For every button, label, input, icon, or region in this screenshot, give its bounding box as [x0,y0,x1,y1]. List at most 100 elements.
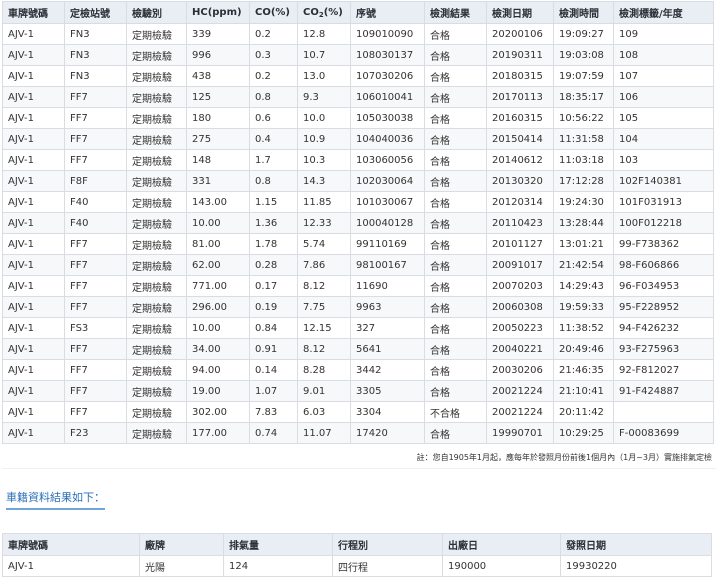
table-row: AJV-1 FF7 定期檢驗 302.00 7.83 6.03 3304 不合格 2002122… [2,401,714,423]
cell-result: 合格 [424,23,487,45]
cell-serial: 105030038 [350,107,425,129]
cell-co2: 9.3 [297,86,351,108]
cell-co: 0.19 [249,296,298,318]
table-row: AJV-1 FF7 定期檢驗 81.00 1.78 5.74 99110169 合格 20101… [2,233,714,255]
table-row: AJV-1 FF7 定期檢驗 275 0.4 10.9 104040036 合格 2015041… [2,128,714,150]
vehicle-stroke: 四行程 [332,555,443,577]
cell-station: FF7 [64,380,127,402]
table-row: AJV-1 FF7 定期檢驗 34.00 0.91 8.12 5641 合格 20040221 2… [2,338,714,360]
cell-hc: 180 [186,107,250,129]
vehicle-header-displacement: 排氣量 [223,533,333,556]
cell-station: FF7 [64,254,127,276]
table-row: AJV-1 FS3 定期檢驗 10.00 0.84 12.15 327 合格 20050223 1… [2,317,714,339]
cell-type: 定期檢驗 [126,65,187,87]
cell-plate: AJV-1 [2,212,65,234]
cell-hc: 143.00 [186,191,250,213]
vehicle-header-row: 車牌號碼 廠牌 排氣量 行程別 出廠日 發照日期 [2,533,712,556]
cell-co2: 11.07 [297,422,351,444]
cell-label [613,401,714,423]
cell-date: 20110423 [486,212,554,234]
cell-serial: 107030206 [350,65,425,87]
cell-date: 20030206 [486,359,554,381]
cell-hc: 62.00 [186,254,250,276]
cell-result: 合格 [424,296,487,318]
table-row: AJV-1 FF7 定期檢驗 94.00 0.14 8.28 3442 合格 20030206 2… [2,359,714,381]
cell-co2: 5.74 [297,233,351,255]
cell-label: 104 [613,128,714,150]
cell-co: 1.36 [249,212,298,234]
header-hc: HC(ppm) [186,1,250,24]
cell-time: 21:10:41 [553,380,614,402]
cell-result: 合格 [424,44,487,66]
cell-plate: AJV-1 [2,317,65,339]
cell-station: FS3 [64,317,127,339]
cell-serial: 3304 [350,401,425,423]
cell-serial: 3305 [350,380,425,402]
cell-station: F40 [64,212,127,234]
cell-time: 19:24:30 [553,191,614,213]
cell-co: 1.78 [249,233,298,255]
vehicle-header-manufacture-date: 出廠日 [442,533,561,556]
header-station: 定檢站號 [64,1,127,24]
cell-label: 108 [613,44,714,66]
cell-co2: 6.03 [297,401,351,423]
cell-co2: 12.33 [297,212,351,234]
cell-time: 11:38:52 [553,317,614,339]
table-row: AJV-1 FF7 定期檢驗 180 0.6 10.0 105030038 合格 2016031… [2,107,714,129]
cell-serial: 102030064 [350,170,425,192]
cell-serial: 5641 [350,338,425,360]
cell-type: 定期檢驗 [126,191,187,213]
cell-time: 13:28:44 [553,212,614,234]
cell-result: 合格 [424,86,487,108]
cell-hc: 81.00 [186,233,250,255]
inspection-table: 車牌號碼 定檢站號 檢驗別 HC(ppm) CO(%) CO2(%) 序號 檢測… [2,1,714,444]
cell-type: 定期檢驗 [126,170,187,192]
cell-plate: AJV-1 [2,23,65,45]
table-row: AJV-1 F40 定期檢驗 10.00 1.36 12.33 100040128 合格 201… [2,212,714,234]
cell-hc: 302.00 [186,401,250,423]
cell-station: FF7 [64,128,127,150]
cell-co: 0.8 [249,170,298,192]
cell-label: 107 [613,65,714,87]
cell-type: 定期檢驗 [126,296,187,318]
cell-date: 20050223 [486,317,554,339]
cell-label: 101F031913 [613,191,714,213]
cell-hc: 19.00 [186,380,250,402]
cell-result: 合格 [424,212,487,234]
cell-label: 93-F275963 [613,338,714,360]
cell-type: 定期檢驗 [126,128,187,150]
cell-station: FF7 [64,401,127,423]
cell-co2: 7.86 [297,254,351,276]
cell-time: 13:01:21 [553,233,614,255]
cell-result: 合格 [424,338,487,360]
cell-time: 19:09:27 [553,23,614,45]
cell-time: 17:12:28 [553,170,614,192]
cell-plate: AJV-1 [2,65,65,87]
cell-plate: AJV-1 [2,338,65,360]
cell-type: 定期檢驗 [126,275,187,297]
cell-label: 105 [613,107,714,129]
cell-plate: AJV-1 [2,359,65,381]
cell-co2: 14.3 [297,170,351,192]
cell-time: 10:29:25 [553,422,614,444]
cell-date: 19990701 [486,422,554,444]
cell-result: 合格 [424,107,487,129]
cell-hc: 275 [186,128,250,150]
cell-type: 定期檢驗 [126,338,187,360]
vehicle-row: AJV-1 光陽 124 四行程 190000 19930220 [2,555,712,577]
cell-serial: 100040128 [350,212,425,234]
cell-label: 102F140381 [613,170,714,192]
vehicle-brand: 光陽 [139,555,224,577]
cell-serial: 3442 [350,359,425,381]
cell-plate: AJV-1 [2,86,65,108]
cell-station: FF7 [64,149,127,171]
cell-result: 合格 [424,128,487,150]
cell-label: 103 [613,149,714,171]
cell-plate: AJV-1 [2,401,65,423]
header-label: 檢測標籤/年度 [613,1,714,24]
cell-serial: 104040036 [350,128,425,150]
cell-co: 7.83 [249,401,298,423]
cell-hc: 10.00 [186,317,250,339]
cell-plate: AJV-1 [2,422,65,444]
cell-time: 21:46:35 [553,359,614,381]
